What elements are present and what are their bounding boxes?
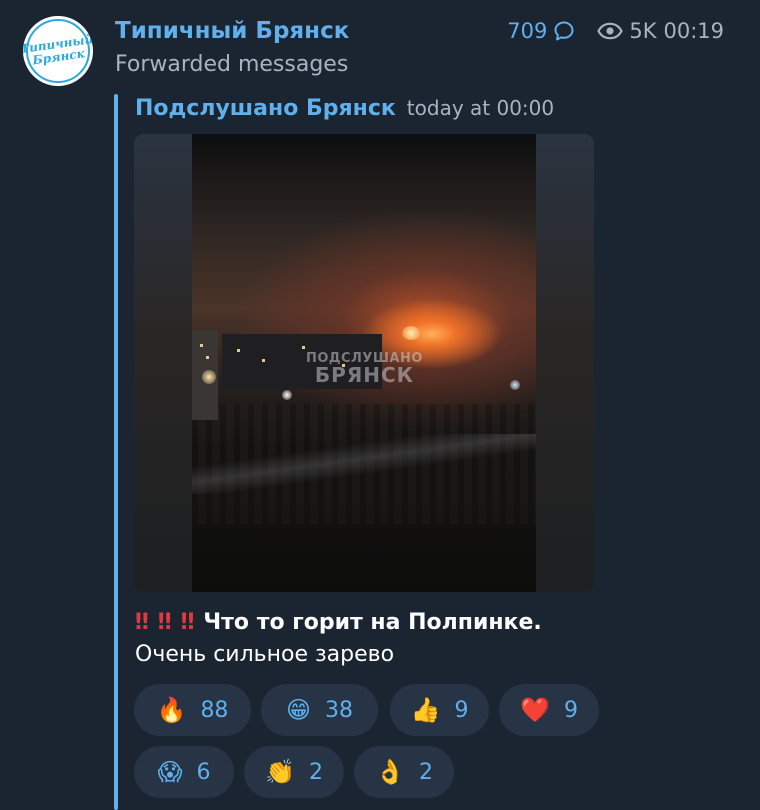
- double-exclamation-icon: ‼: [180, 610, 195, 635]
- photo-window: [206, 356, 209, 359]
- message-plain-text: Очень сильное зарево: [135, 642, 395, 667]
- reaction-fire[interactable]: 🔥 88: [134, 684, 251, 736]
- thumbs-up-icon: 👍: [410, 696, 441, 724]
- reaction-count: 2: [308, 759, 323, 785]
- photo-fire-glow: [402, 326, 420, 340]
- photo-window: [237, 349, 240, 352]
- double-exclamation-icon: ‼: [135, 610, 149, 635]
- photo-window: [200, 344, 203, 347]
- reaction-heart[interactable]: ❤️ 9: [499, 684, 599, 736]
- reaction-grin[interactable]: 😁 38: [261, 684, 378, 736]
- comment-icon[interactable]: [553, 20, 575, 42]
- grinning-face-icon: 😁: [285, 696, 312, 724]
- media-blur-right: [536, 134, 594, 592]
- media-blur-left: [134, 134, 192, 592]
- photo-streetlight: [282, 390, 292, 400]
- photo-window: [262, 359, 265, 362]
- reaction-scream[interactable]: 😱 6: [134, 746, 234, 798]
- fire-icon: 🔥: [156, 696, 187, 724]
- forward-source-time: today at 00:00: [406, 96, 555, 120]
- reaction-count: 9: [454, 697, 469, 723]
- post-time: 00:19: [663, 19, 724, 43]
- reaction-count: 2: [418, 759, 433, 785]
- photo-streetlight: [510, 380, 520, 390]
- reaction-count: 9: [563, 697, 578, 723]
- screaming-face-icon: 😱: [157, 758, 183, 786]
- channel-avatar[interactable]: Типичный Брянск: [23, 16, 93, 86]
- watermark-line2: БРЯНСК: [314, 363, 414, 387]
- clapping-hands-icon: 👏: [265, 758, 295, 786]
- forward-header: Подслушано Брянск today at 00:00: [135, 96, 554, 121]
- reaction-count: 6: [196, 759, 211, 785]
- message-text: ‼ ‼ ‼ Что то горит на Полпинке. Очень сильн…: [135, 607, 605, 671]
- photo-window: [302, 346, 305, 349]
- forwarded-messages-label: Forwarded messages: [115, 52, 349, 77]
- photo-streetlight: [202, 370, 216, 384]
- views-count: 5K: [629, 19, 657, 43]
- comments-count[interactable]: 709: [507, 19, 547, 43]
- message-bold-text: Что то горит на Полпинке.: [203, 610, 542, 635]
- post-meta: 709 5K 00:19: [507, 19, 724, 43]
- double-exclamation-icon: ‼: [157, 610, 172, 635]
- reaction-ok-hand[interactable]: 👌 2: [354, 746, 454, 798]
- photo-road: [192, 434, 536, 494]
- eye-icon: [597, 22, 624, 40]
- reaction-count: 88: [200, 697, 229, 723]
- reaction-count: 38: [325, 697, 354, 723]
- heart-icon: ❤️: [520, 696, 550, 724]
- forward-quote-bar: [114, 94, 118, 810]
- reaction-clap[interactable]: 👏 2: [244, 746, 344, 798]
- ok-hand-icon: 👌: [375, 758, 405, 786]
- media-watermark: ПОДСЛУШАНО БРЯНСК: [306, 352, 423, 385]
- reaction-thumbs-up[interactable]: 👍 9: [390, 684, 489, 736]
- channel-name[interactable]: Типичный Брянск: [115, 18, 349, 44]
- media-preview[interactable]: ПОДСЛУШАНО БРЯНСК: [134, 134, 594, 592]
- forward-source-name[interactable]: Подслушано Брянск: [135, 96, 396, 121]
